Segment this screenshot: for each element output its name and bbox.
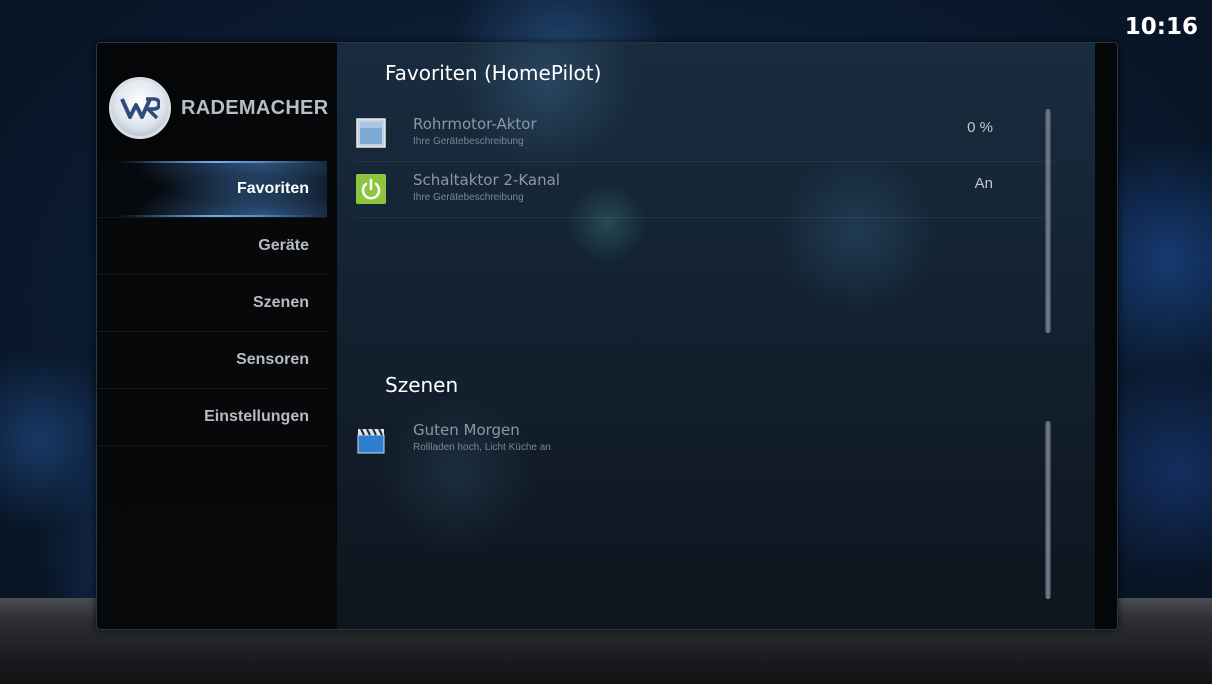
scene-item-title: Guten Morgen	[413, 421, 520, 439]
favorite-item-rohrmotor[interactable]: Rohrmotor-Aktor Ihre Gerätebeschreibung …	[355, 105, 1055, 162]
rademacher-logo-icon	[109, 77, 171, 139]
sidebar-item-label: Sensoren	[236, 351, 309, 368]
content-edge	[1095, 43, 1117, 629]
scenes-title: Szenen	[385, 373, 459, 397]
brand-logo: RADEMACHER	[109, 77, 328, 139]
sidebar-item-favoriten[interactable]: Favoriten	[97, 161, 327, 218]
content-area: Favoriten (HomePilot) Rohrmotor-Aktor Ih…	[337, 43, 1117, 629]
sidebar-item-label: Einstellungen	[204, 408, 309, 425]
favorite-item-value: 0 %	[967, 119, 993, 136]
sidebar-item-label: Favoriten	[236, 180, 309, 197]
sidebar-item-szenen[interactable]: Szenen	[97, 275, 327, 332]
favorites-title: Favoriten (HomePilot)	[385, 61, 602, 85]
power-icon	[355, 173, 387, 205]
scene-item-subtitle: Rollladen hoch, Licht Küche an	[413, 442, 551, 453]
sidebar-nav: Favoriten Geräte Szenen Sensoren Einstel…	[97, 161, 327, 446]
favorite-item-subtitle: Ihre Gerätebeschreibung	[413, 192, 524, 203]
favorite-item-title: Schaltaktor 2-Kanal	[413, 171, 560, 189]
sidebar-item-sensoren[interactable]: Sensoren	[97, 332, 327, 389]
sidebar-item-geraete[interactable]: Geräte	[97, 218, 327, 275]
scene-item-guten-morgen[interactable]: Guten Morgen Rollladen hoch, Licht Küche…	[355, 411, 1055, 467]
favorites-scrollbar[interactable]	[1045, 109, 1051, 333]
shutter-icon	[355, 117, 387, 149]
sidebar-item-einstellungen[interactable]: Einstellungen	[97, 389, 327, 446]
sidebar-item-label: Szenen	[252, 294, 309, 311]
clock: 10:16	[1124, 14, 1198, 40]
sidebar: RADEMACHER Favoriten Geräte Szenen Senso…	[97, 43, 337, 629]
scenes-scrollbar[interactable]	[1045, 421, 1051, 599]
clapperboard-icon	[355, 423, 387, 455]
sidebar-item-label: Geräte	[258, 237, 309, 254]
main-dialog: RADEMACHER Favoriten Geräte Szenen Senso…	[96, 42, 1118, 630]
favorite-item-title: Rohrmotor-Aktor	[413, 115, 537, 133]
favorite-item-schaltaktor[interactable]: Schaltaktor 2-Kanal Ihre Gerätebeschreib…	[355, 161, 1055, 218]
favorite-item-value: An	[974, 175, 993, 192]
favorite-item-subtitle: Ihre Gerätebeschreibung	[413, 136, 524, 147]
brand-name: RADEMACHER	[181, 96, 329, 119]
